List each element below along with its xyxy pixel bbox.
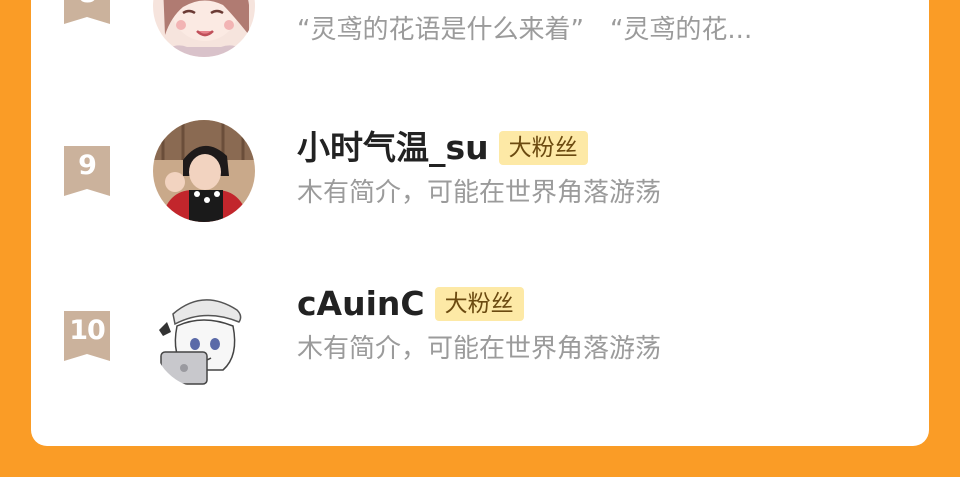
rank-number: 10 bbox=[69, 315, 106, 346]
rank-number: 8 bbox=[64, 0, 110, 14]
user-bio: “灵鸢的花语是什么来着” “灵鸢的花... bbox=[297, 15, 753, 45]
fan-level-badge: 大粉丝 bbox=[498, 131, 588, 165]
ranking-row-8[interactable]: 8 “灵鸢的花语是什么来着” “灵鸢的花... bbox=[31, 0, 929, 80]
user-name-line: cAuinC 大粉丝 bbox=[297, 282, 524, 326]
rank-ribbon-icon: 8 bbox=[64, 0, 110, 24]
rank-ribbon-icon: 9 bbox=[64, 146, 110, 196]
user-name[interactable]: 小时气温_su bbox=[297, 126, 489, 170]
rank-number: 9 bbox=[78, 150, 97, 181]
rank-ribbon-icon: 10 bbox=[64, 311, 110, 361]
fan-level-badge: 大粉丝 bbox=[434, 287, 524, 321]
user-name-line: 小时气温_su 大粉丝 bbox=[297, 126, 588, 170]
ranking-row-9[interactable]: 9 小时气温_su 大粉丝 木有简介，可能在世界角落游荡 bbox=[31, 120, 929, 240]
user-bio: 木有简介，可能在世界角落游荡 bbox=[297, 178, 662, 208]
user-avatar[interactable] bbox=[153, 0, 255, 57]
user-name[interactable]: cAuinC bbox=[297, 282, 425, 326]
user-avatar[interactable] bbox=[153, 120, 255, 222]
ranking-row-10[interactable]: 10 cAuinC 大粉丝 木有简介，可能在世界角落游荡 bbox=[31, 284, 929, 406]
user-bio: 木有简介，可能在世界角落游荡 bbox=[297, 334, 662, 364]
user-avatar[interactable] bbox=[153, 286, 255, 388]
fan-ranking-panel: 8 “灵鸢的花语是什么来着” “灵鸢的花... bbox=[31, 0, 929, 446]
